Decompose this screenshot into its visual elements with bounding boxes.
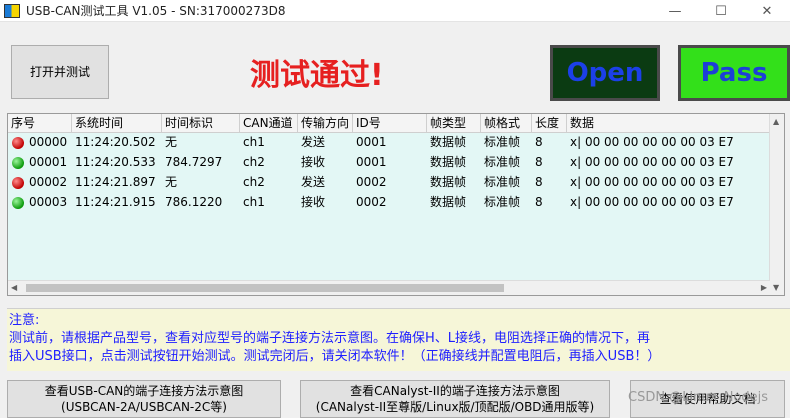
direction-cell: 接收: [301, 155, 326, 169]
id-cell: 0001: [356, 155, 387, 169]
seq-cell: 00001: [29, 155, 68, 169]
system-time-cell: 11:24:21.915: [75, 195, 156, 209]
scroll-up-icon[interactable]: ▲: [773, 117, 779, 126]
length-cell: 8: [535, 135, 543, 149]
button-sublabel: (USBCAN-2A/USBCAN-2C等): [61, 400, 227, 414]
data-cell: x| 00 00 00 00 00 00 03 E7: [570, 195, 734, 209]
notes-line-1: 测试前，请根据产品型号，查看对应型号的端子连接方法示意图。在确保H、L接线，电阻…: [9, 331, 651, 346]
column-header[interactable]: 序号: [8, 114, 72, 133]
scroll-thumb[interactable]: [26, 284, 504, 292]
scroll-right-icon[interactable]: ▶: [761, 283, 767, 292]
button-label: 查看USB-CAN的端子连接方法示意图: [44, 384, 244, 398]
notes-line-2: 插入USB接口，点击测试按钮开始测试。测试完闭后，请关闭本软件！（正确接线并配置…: [9, 349, 661, 364]
timestamp-cell: 无: [165, 175, 178, 189]
canalyst-wiring-button[interactable]: 查看CANalyst-II的端子连接方法示意图 (CANalyst-II至尊版/…: [300, 380, 610, 418]
frame-format-cell: 标准帧: [484, 135, 521, 149]
id-cell: 0002: [356, 175, 387, 189]
notes-heading: 注意:: [9, 313, 40, 328]
column-header[interactable]: CAN通道: [240, 114, 298, 133]
channel-cell: ch1: [243, 195, 265, 209]
column-header[interactable]: 时间标识: [162, 114, 240, 133]
channel-cell: ch2: [243, 175, 265, 189]
direction-cell: 发送: [301, 135, 326, 149]
column-header[interactable]: 传输方向: [298, 114, 353, 133]
receive-status-icon: [12, 157, 24, 169]
title-bar: USB-CAN测试工具 V1.05 - SN:317000273D8 — ☐ ✕: [0, 0, 790, 22]
system-time-cell: 11:24:20.533: [75, 155, 156, 169]
open-indicator-lamp: Open: [550, 45, 660, 101]
send-status-icon: [12, 177, 24, 189]
minimize-button[interactable]: —: [652, 0, 698, 22]
seq-cell: 00003: [29, 195, 68, 209]
data-cell: x| 00 00 00 00 00 00 03 E7: [570, 155, 734, 169]
data-cell: x| 00 00 00 00 00 00 03 E7: [570, 135, 734, 149]
receive-status-icon: [12, 197, 24, 209]
column-header[interactable]: 数据: [567, 114, 770, 133]
column-header[interactable]: ID号: [353, 114, 427, 133]
column-header[interactable]: 系统时间: [72, 114, 162, 133]
channel-cell: ch1: [243, 135, 265, 149]
length-cell: 8: [535, 195, 543, 209]
table-row[interactable]: 00002 11:24:21.897 无 ch2 发送 0002 数据帧 标准帧…: [8, 173, 770, 193]
open-and-test-button[interactable]: 打开并测试: [11, 45, 109, 99]
maximize-button[interactable]: ☐: [698, 0, 744, 22]
message-table[interactable]: 序号 系统时间 时间标识 CAN通道 传输方向 ID号 帧类型 帧格式 长度 数…: [7, 113, 785, 296]
close-button[interactable]: ✕: [744, 0, 790, 22]
app-icon: [4, 3, 20, 18]
frame-format-cell: 标准帧: [484, 175, 521, 189]
seq-cell: 00000: [29, 135, 68, 149]
id-cell: 0001: [356, 135, 387, 149]
frame-type-cell: 数据帧: [430, 175, 467, 189]
usbcan-wiring-button[interactable]: 查看USB-CAN的端子连接方法示意图 (USBCAN-2A/USBCAN-2C…: [7, 380, 281, 418]
frame-format-cell: 标准帧: [484, 195, 521, 209]
seq-cell: 00002: [29, 175, 68, 189]
table-row[interactable]: 00001 11:24:20.533 784.7297 ch2 接收 0001 …: [8, 153, 770, 173]
length-cell: 8: [535, 155, 543, 169]
scroll-left-icon[interactable]: ◀: [11, 283, 17, 292]
table-row[interactable]: 00003 11:24:21.915 786.1220 ch1 接收 0002 …: [8, 193, 770, 213]
system-time-cell: 11:24:21.897: [75, 175, 156, 189]
timestamp-cell: 无: [165, 135, 178, 149]
frame-format-cell: 标准帧: [484, 155, 521, 169]
column-header[interactable]: 帧类型: [427, 114, 481, 133]
frame-type-cell: 数据帧: [430, 135, 467, 149]
direction-cell: 接收: [301, 195, 326, 209]
system-time-cell: 11:24:20.502: [75, 135, 156, 149]
send-status-icon: [12, 137, 24, 149]
column-header[interactable]: 帧格式: [481, 114, 532, 133]
window-title: USB-CAN测试工具 V1.05 - SN:317000273D8: [26, 4, 286, 18]
timestamp-cell: 784.7297: [165, 155, 223, 169]
timestamp-cell: 786.1220: [165, 195, 223, 209]
direction-cell: 发送: [301, 175, 326, 189]
table-row[interactable]: 00000 11:24:20.502 无 ch1 发送 0001 数据帧 标准帧…: [8, 133, 770, 153]
table-header: 序号 系统时间 时间标识 CAN通道 传输方向 ID号 帧类型 帧格式 长度 数…: [8, 114, 770, 133]
column-header[interactable]: 长度: [532, 114, 567, 133]
vertical-scrollbar[interactable]: ▲ ▼: [769, 114, 784, 295]
scroll-down-icon[interactable]: ▼: [773, 283, 779, 292]
channel-cell: ch2: [243, 155, 265, 169]
watermark-text: CSDN @Linux_Nodejs: [628, 390, 769, 405]
button-label: 查看CANalyst-II的端子连接方法示意图: [350, 384, 560, 398]
id-cell: 0002: [356, 195, 387, 209]
notes-panel: 注意: 测试前，请根据产品型号，查看对应型号的端子连接方法示意图。在确保H、L接…: [7, 308, 790, 371]
length-cell: 8: [535, 175, 543, 189]
frame-type-cell: 数据帧: [430, 195, 467, 209]
frame-type-cell: 数据帧: [430, 155, 467, 169]
horizontal-scrollbar[interactable]: ◀ ▶: [8, 280, 770, 295]
test-status-text: 测试通过!: [250, 58, 384, 93]
data-cell: x| 00 00 00 00 00 00 03 E7: [570, 175, 734, 189]
button-sublabel: (CANalyst-II至尊版/Linux版/顶配版/OBD通用版等): [315, 400, 595, 414]
pass-indicator-lamp: Pass: [678, 45, 790, 101]
